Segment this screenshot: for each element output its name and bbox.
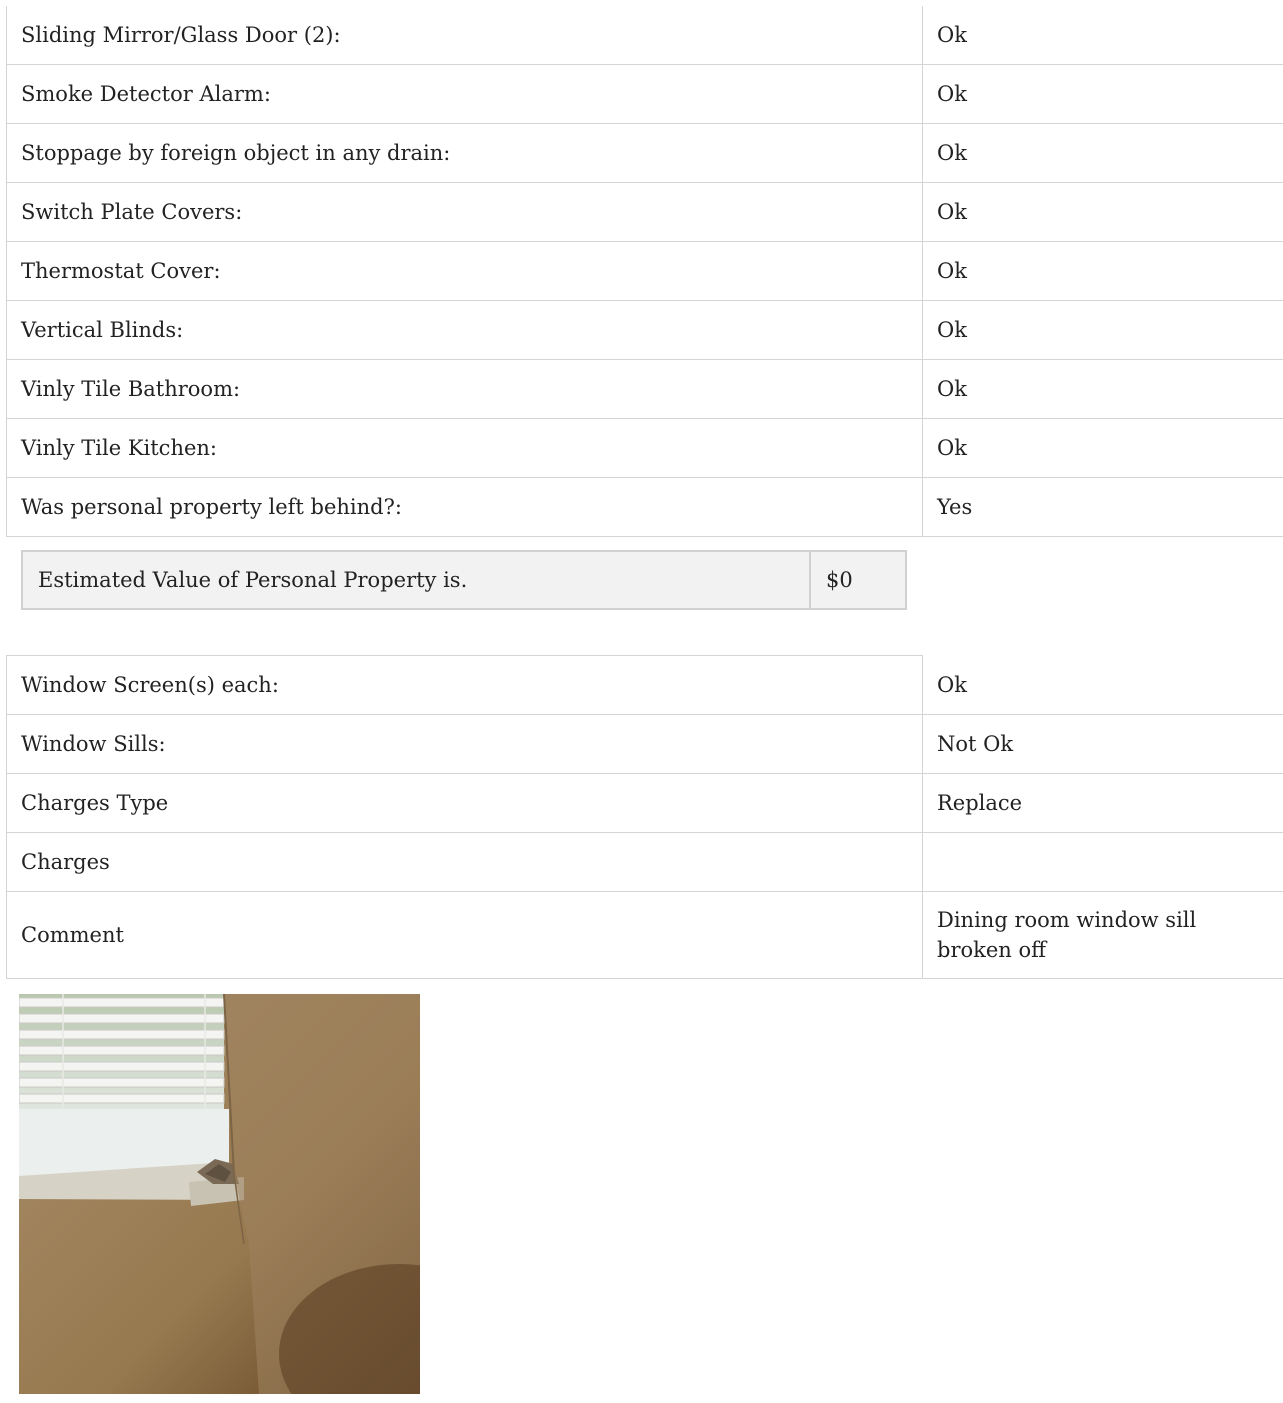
item-value: Replace <box>922 773 1283 833</box>
photo-illustration <box>19 994 420 1394</box>
item-label: Smoke Detector Alarm: <box>6 64 923 124</box>
table-row: Window Screen(s) each: Ok <box>6 655 1283 715</box>
personal-property-label: Estimated Value of Personal Property is. <box>21 550 811 610</box>
item-value: Ok <box>922 359 1283 419</box>
table-row: Vinly Tile Kitchen: Ok <box>6 418 1283 478</box>
window-sill-damage-photo[interactable] <box>19 994 420 1394</box>
item-value: Ok <box>922 300 1283 360</box>
item-label: Sliding Mirror/Glass Door (2): <box>6 6 923 65</box>
table-row: Was personal property left behind?: Yes <box>6 477 1283 537</box>
table-row: Stoppage by foreign object in any drain:… <box>6 123 1283 183</box>
personal-property-value: $0 <box>809 550 907 610</box>
inspection-checklist-table-lower: Window Screen(s) each: Ok Window Sills: … <box>6 655 1283 979</box>
item-label: Charges <box>6 832 923 892</box>
table-row: Thermostat Cover: Ok <box>6 241 1283 301</box>
item-label: Stoppage by foreign object in any drain: <box>6 123 923 183</box>
table-row: Vinly Tile Bathroom: Ok <box>6 359 1283 419</box>
table-row: Smoke Detector Alarm: Ok <box>6 64 1283 124</box>
personal-property-subtable: Estimated Value of Personal Property is.… <box>21 550 907 610</box>
item-value <box>922 832 1283 892</box>
item-label: Vinly Tile Bathroom: <box>6 359 923 419</box>
comment-value: Dining room window sill broken off <box>922 891 1283 979</box>
table-row: Estimated Value of Personal Property is.… <box>21 550 907 610</box>
item-value: Ok <box>922 241 1283 301</box>
item-label: Was personal property left behind?: <box>6 477 923 537</box>
item-value: Ok <box>922 6 1283 65</box>
item-label: Comment <box>6 891 923 979</box>
item-value: Ok <box>922 655 1283 715</box>
item-value: Ok <box>922 418 1283 478</box>
table-row: Vertical Blinds: Ok <box>6 300 1283 360</box>
table-row: Switch Plate Covers: Ok <box>6 182 1283 242</box>
item-value: Not Ok <box>922 714 1283 774</box>
table-row: Charges Type Replace <box>6 773 1283 833</box>
item-label: Switch Plate Covers: <box>6 182 923 242</box>
inspection-checklist-table: Sliding Mirror/Glass Door (2): Ok Smoke … <box>6 6 1283 537</box>
item-value: Yes <box>922 477 1283 537</box>
item-value: Ok <box>922 64 1283 124</box>
table-row: Window Sills: Not Ok <box>6 714 1283 774</box>
table-row: Comment Dining room window sill broken o… <box>6 891 1283 979</box>
item-label: Window Sills: <box>6 714 923 774</box>
item-label: Window Screen(s) each: <box>6 655 923 715</box>
item-label: Thermostat Cover: <box>6 241 923 301</box>
item-label: Charges Type <box>6 773 923 833</box>
item-label: Vinly Tile Kitchen: <box>6 418 923 478</box>
item-value: Ok <box>922 182 1283 242</box>
item-value: Ok <box>922 123 1283 183</box>
item-label: Vertical Blinds: <box>6 300 923 360</box>
table-row: Charges <box>6 832 1283 892</box>
table-row: Sliding Mirror/Glass Door (2): Ok <box>6 6 1283 65</box>
